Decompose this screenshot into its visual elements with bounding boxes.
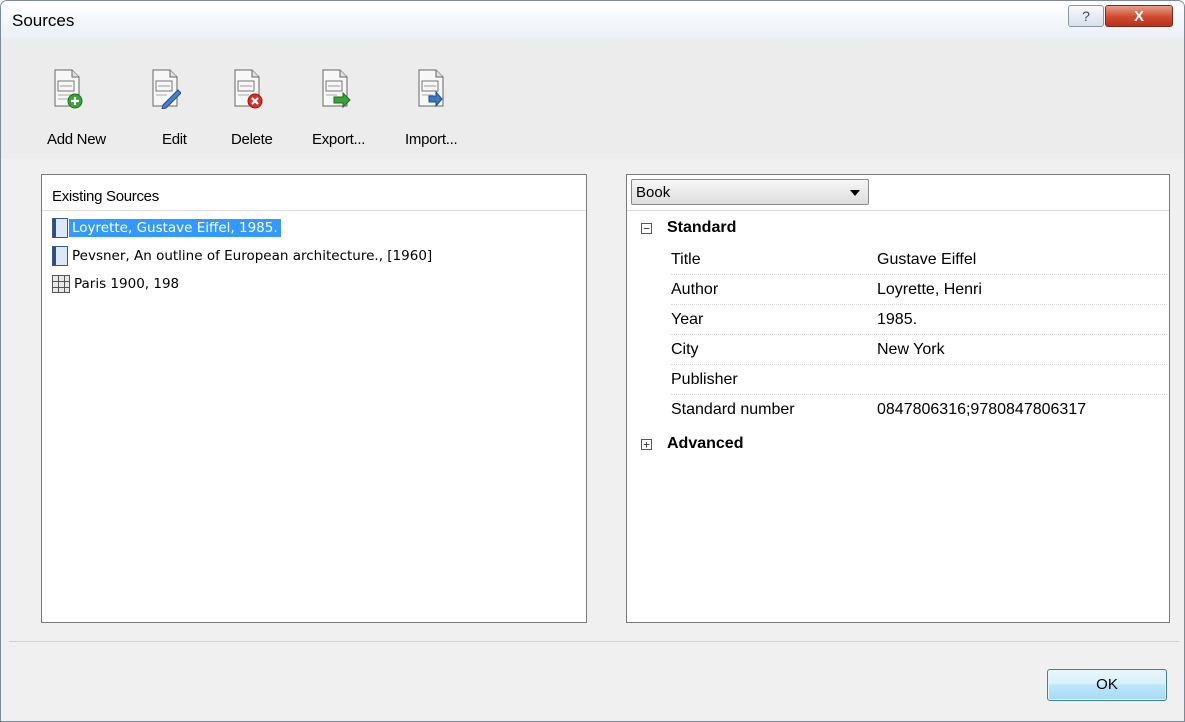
source-label: Loyrette, Gustave Eiffel, 1985.: [69, 219, 281, 237]
property-value[interactable]: Loyrette, Henri: [877, 281, 982, 299]
source-list-item[interactable]: Pevsner, An outline of European architec…: [52, 245, 435, 267]
title-bar: Sources ? X: [1, 1, 1184, 39]
add-document-icon: [54, 69, 83, 109]
property-row-year[interactable]: Year 1985.: [671, 305, 1167, 335]
expand-advanced-icon[interactable]: +: [641, 439, 652, 450]
edit-label: Edit: [162, 131, 187, 148]
source-label: Pevsner, An outline of European architec…: [72, 248, 433, 264]
collapse-standard-icon[interactable]: −: [641, 223, 652, 234]
property-name: Title: [671, 251, 701, 268]
help-icon: ?: [1082, 8, 1090, 24]
ok-button[interactable]: OK: [1047, 669, 1167, 701]
property-name: Publisher: [671, 371, 738, 388]
existing-sources-header: Existing Sources: [42, 175, 586, 211]
add-new-label: Add New: [47, 131, 106, 148]
source-type-select[interactable]: Book: [631, 179, 869, 205]
property-name: Year: [671, 311, 704, 328]
source-details-panel: Book − Standard Title Gustave Eiffel Aut…: [626, 174, 1170, 623]
book-icon: [52, 246, 68, 266]
standard-category-label: Standard: [667, 219, 737, 236]
property-value[interactable]: Gustave Eiffel: [877, 251, 976, 269]
source-type-value: Book: [636, 184, 671, 201]
existing-sources-title: Existing Sources: [52, 188, 159, 205]
sources-dialog: Sources ? X Add New Edit Delete Export..…: [0, 0, 1185, 722]
property-name: Author: [671, 281, 719, 298]
book-icon: [52, 218, 68, 238]
footer-divider: [9, 641, 1179, 642]
property-row-standard-number[interactable]: Standard number 0847806316;9780847806317: [671, 395, 1167, 425]
source-list-item[interactable]: Paris 1900, 198: [52, 273, 182, 295]
help-button[interactable]: ?: [1068, 5, 1104, 27]
toolbar: Add New Edit Delete Export... Import...: [1, 39, 1184, 159]
existing-sources-panel: Existing Sources Loyrette, Gustave Eiffe…: [41, 174, 587, 623]
property-row-title[interactable]: Title Gustave Eiffel: [671, 245, 1167, 275]
property-name: City: [671, 341, 699, 358]
export-label: Export...: [312, 131, 366, 148]
grid-separator: [627, 210, 1169, 211]
property-value[interactable]: New York: [877, 341, 945, 359]
close-button[interactable]: X: [1105, 5, 1173, 27]
delete-document-icon: [234, 69, 263, 109]
property-value[interactable]: 1985.: [877, 311, 917, 329]
import-label: Import...: [405, 131, 458, 148]
property-row-city[interactable]: City New York: [671, 335, 1167, 365]
chevron-down-icon: [850, 190, 860, 196]
property-row-publisher[interactable]: Publisher: [671, 365, 1167, 395]
export-document-icon: [322, 69, 351, 109]
close-icon: X: [1133, 7, 1144, 25]
property-name: Standard number: [671, 401, 795, 418]
source-label: Paris 1900, 198: [74, 276, 180, 292]
edit-document-icon: [152, 69, 181, 109]
delete-label: Delete: [231, 131, 273, 148]
window-title: Sources: [12, 11, 75, 30]
advanced-category-label: Advanced: [667, 435, 744, 452]
property-value[interactable]: 0847806316;9780847806317: [877, 401, 1086, 419]
property-row-author[interactable]: Author Loyrette, Henri: [671, 275, 1167, 305]
source-list-item[interactable]: Loyrette, Gustave Eiffel, 1985.: [52, 217, 281, 239]
import-document-icon: [418, 69, 444, 108]
film-icon: [52, 275, 70, 293]
